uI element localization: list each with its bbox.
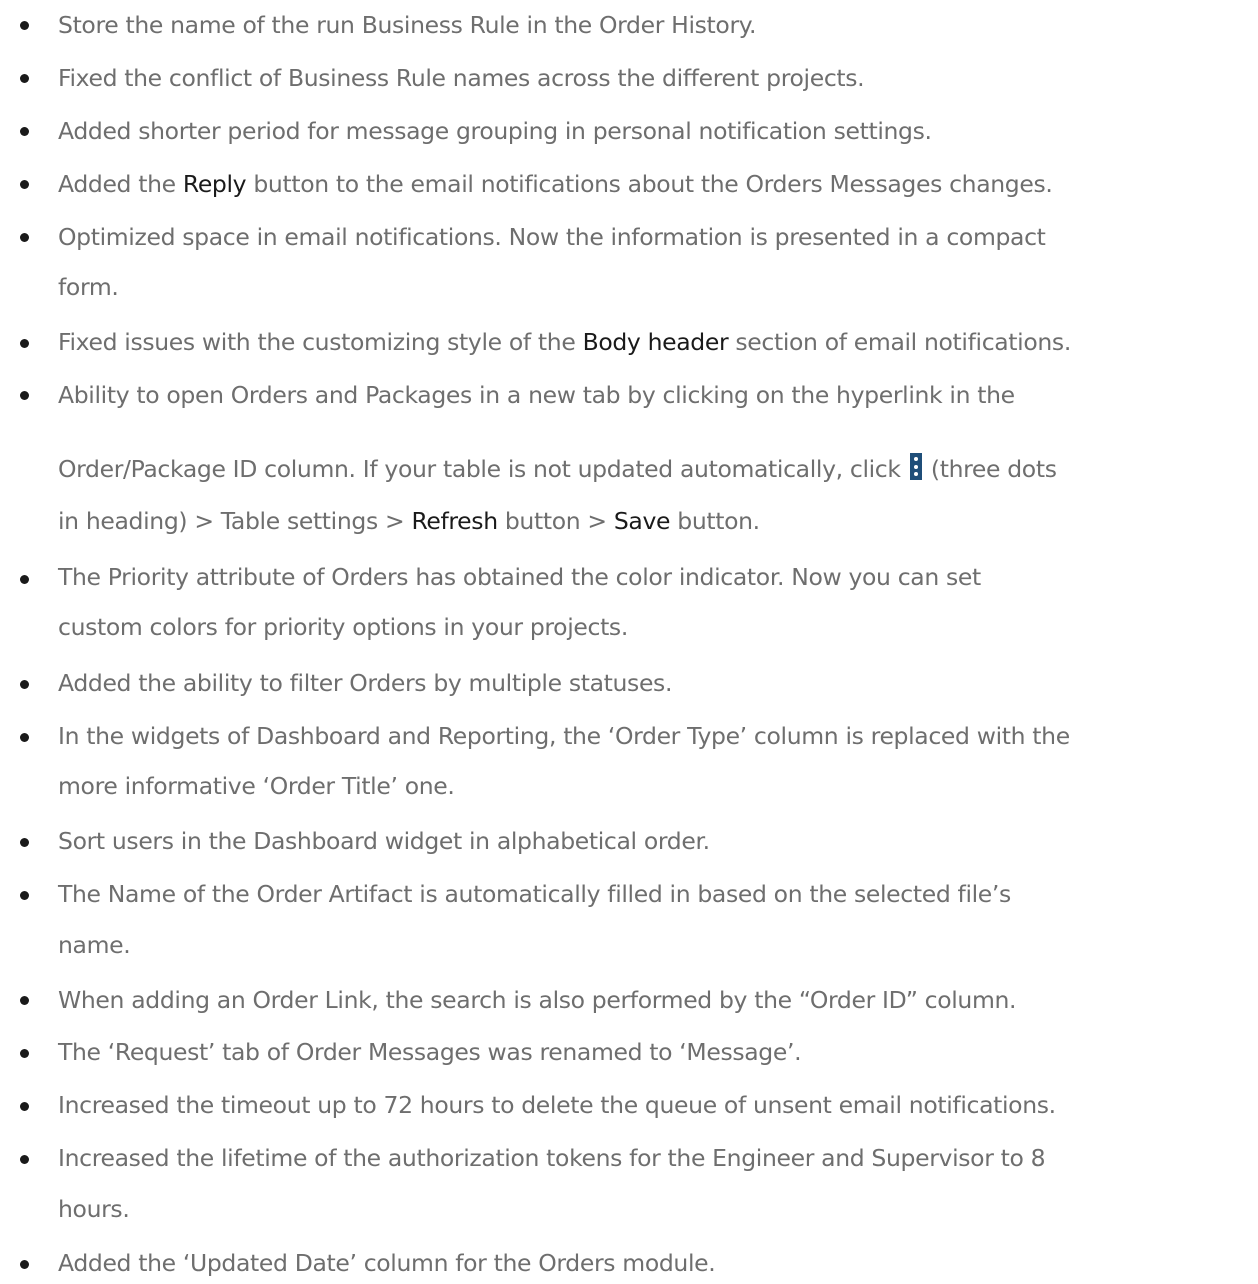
text-segment: section of email notifications. (728, 328, 1071, 356)
item-text: Added the Reply button to the email noti… (58, 169, 1053, 199)
item-text: In the widgets of Dashboard and Reportin… (58, 722, 1070, 750)
reply-button-reference: Reply (182, 170, 247, 198)
bullet-icon (20, 127, 29, 136)
text-segment: in heading) > Table settings > (58, 507, 412, 535)
body-header-reference: Body header (582, 328, 729, 356)
item-text: Sort users in the Dashboard widget in al… (58, 827, 710, 855)
item-text: Ability to open Orders and Packages in a… (58, 381, 1015, 409)
item-text-continued: hours. (58, 1195, 130, 1223)
bullet-icon (20, 1155, 29, 1164)
item-text-continued: form. (58, 273, 119, 301)
bullet-icon (20, 838, 29, 847)
text-segment: Added the (58, 170, 183, 198)
bullet-icon (20, 1102, 29, 1111)
refresh-button-reference: Refresh (411, 507, 498, 535)
text-segment: button > (497, 507, 614, 535)
item-text: The Priority attribute of Orders has obt… (58, 563, 981, 591)
bullet-icon (20, 996, 29, 1005)
item-text: Added shorter period for message groupin… (58, 117, 932, 145)
item-text: Optimized space in email notifications. … (58, 223, 1046, 251)
bullet-icon (20, 891, 29, 900)
bullet-icon (20, 680, 29, 689)
save-button-reference: Save (613, 507, 671, 535)
three-dots-vertical-icon (909, 453, 922, 480)
item-text: Fixed the conflict of Business Rule name… (58, 64, 865, 92)
item-text-continued: name. (58, 931, 131, 959)
bullet-icon (20, 233, 29, 242)
item-text: Added the ability to filter Orders by mu… (58, 669, 673, 697)
bullet-icon (20, 339, 29, 348)
bullet-icon (20, 180, 29, 189)
bullet-icon (20, 1049, 29, 1058)
text-segment: Order/Package ID column. If your table i… (58, 455, 908, 483)
item-text-continued: more informative ‘Order Title’ one. (58, 772, 455, 800)
text-segment: button to the email notifications about … (246, 170, 1053, 198)
item-text: Store the name of the run Business Rule … (58, 11, 757, 39)
text-segment: (three dots (923, 455, 1057, 483)
text-segment: Fixed issues with the customizing style … (58, 328, 583, 356)
bullet-icon (20, 74, 29, 83)
item-text: Added the ‘Updated Date’ column for the … (58, 1249, 716, 1277)
bullet-icon (20, 21, 29, 30)
item-text: Fixed issues with the customizing style … (58, 327, 1071, 357)
bullet-icon (20, 733, 29, 742)
item-text: The Name of the Order Artifact is automa… (58, 880, 1011, 908)
bullet-icon (20, 575, 29, 584)
item-text: Increased the lifetime of the authorizat… (58, 1144, 1046, 1172)
item-text: The ‘Request’ tab of Order Messages was … (58, 1038, 802, 1066)
item-text: Increased the timeout up to 72 hours to … (58, 1091, 1056, 1119)
item-text-continued: custom colors for priority options in yo… (58, 613, 628, 641)
bullet-icon (20, 391, 29, 400)
text-segment: button. (670, 507, 760, 535)
bullet-icon (20, 1260, 29, 1269)
item-text: When adding an Order Link, the search is… (58, 986, 1017, 1014)
item-text-continued: in heading) > Table settings > Refresh b… (58, 506, 760, 536)
item-text-continued: Order/Package ID column. If your table i… (58, 453, 1057, 484)
